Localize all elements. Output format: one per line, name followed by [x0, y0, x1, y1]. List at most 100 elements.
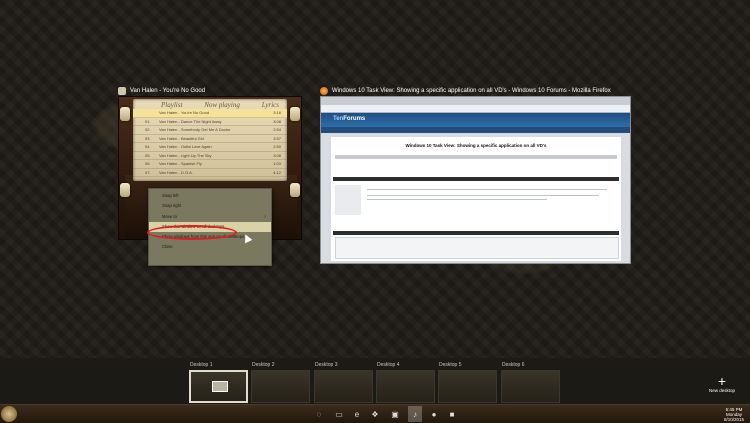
track-title: Van Halen - Spanish Fly: [159, 161, 202, 167]
browser-tab-bar: [321, 97, 630, 105]
track-time: 3:57: [273, 135, 281, 141]
tab-now-playing[interactable]: Now playing: [204, 101, 240, 109]
menu-snap-left[interactable]: Snap left: [149, 191, 271, 201]
firefox-title-text: Windows 10 Task View: Showing a specific…: [332, 88, 611, 94]
track-time: 2:50: [273, 144, 281, 150]
track-row[interactable]: 04. Van Halen - Outta Love Again 2:50: [133, 143, 287, 152]
track-num: 07.: [145, 169, 151, 175]
desktop-5-thumbnail[interactable]: [438, 370, 497, 403]
page-content: Windows 10 Task View: Showing a specific…: [331, 137, 621, 261]
track-title: Van Halen - Light Up The Sky: [159, 152, 212, 158]
highlight-ring: [147, 225, 237, 240]
track-time: 2:54: [273, 127, 281, 133]
chevron-right-icon: ›: [264, 213, 266, 220]
track-time: 3:16: [273, 110, 281, 116]
track-num: 01.: [145, 118, 151, 124]
firefox-window-title[interactable]: Windows 10 Task View: Showing a specific…: [320, 87, 611, 95]
tab-playlist[interactable]: Playlist: [161, 101, 182, 109]
media-player-taskbar-icon[interactable]: ♪: [408, 406, 422, 422]
track-row[interactable]: 06. Van Halen - Spanish Fly 1:03: [133, 160, 287, 169]
system-clock[interactable]: 6:45 PM Monday 8/10/2015: [724, 407, 744, 422]
post-line: [367, 189, 607, 190]
desktop-3-label: Desktop 3: [315, 362, 338, 368]
firefox-window-thumbnail[interactable]: TenForums Windows 10 Task View: Showing …: [320, 96, 631, 264]
desktop-3-thumbnail[interactable]: [314, 370, 373, 403]
menu-close-label: Close: [162, 244, 173, 250]
post-header-bar: [333, 177, 619, 181]
browser-nav-bar: [321, 105, 630, 113]
tab-lyrics[interactable]: Lyrics: [262, 101, 279, 109]
desktop-6-thumbnail[interactable]: [501, 370, 560, 403]
site-header: TenForums: [321, 113, 630, 127]
playlist-panel: Playlist Now playing Lyrics Van Halen - …: [133, 99, 287, 181]
track-title: Van Halen - Beautiful Girl: [159, 135, 204, 141]
site-logo: TenForums: [333, 116, 365, 122]
new-desktop-button[interactable]: + New desktop: [702, 374, 742, 393]
task-view-icon[interactable]: ▭: [333, 408, 345, 420]
post-line: [367, 195, 599, 196]
desktop-5-label: Desktop 5: [439, 362, 462, 368]
page-title: Windows 10 Task View: Showing a specific…: [405, 143, 547, 148]
track-num: 06.: [145, 161, 151, 167]
track-title: Van Halen - D.O.A.: [159, 169, 193, 175]
track-num: 04.: [145, 144, 151, 150]
menu-snap-right[interactable]: Snap right: [149, 201, 271, 211]
taskbar: ◌ ▭ e ❖ ▣ ♪ ● ■ 6:45 PM Monday 8/10/2015: [0, 404, 750, 423]
left-scroll-knob-bottom: [120, 183, 130, 197]
track-time: 3:08: [273, 152, 281, 158]
virtual-desktop-strip: [0, 358, 750, 406]
plus-icon: +: [717, 373, 727, 389]
desktop-4-label: Desktop 4: [377, 362, 400, 368]
track-row[interactable]: 01. Van Halen - Dance The Night Away 3:08: [133, 118, 287, 126]
new-desktop-label: New desktop: [708, 388, 735, 393]
desktop-1-thumbnail[interactable]: [189, 370, 248, 403]
menu-move-to[interactable]: Move to ›: [149, 212, 271, 222]
track-time: 4:12: [273, 169, 281, 175]
track-title: Van Halen - You're No Good: [159, 110, 210, 116]
right-scroll-knob-top: [290, 107, 300, 121]
track-time: 3:08: [273, 118, 281, 124]
desktop-1-window-preview: [212, 381, 228, 392]
track-row[interactable]: 05. Van Halen - Light Up The Sky 3:08: [133, 152, 287, 160]
desktop-1-label: Desktop 1: [190, 362, 213, 368]
search-icon[interactable]: ◌: [313, 408, 325, 420]
track-title: Van Halen - Dance The Night Away: [159, 118, 222, 124]
desktop-2-label: Desktop 2: [252, 362, 275, 368]
post-line: [367, 199, 547, 200]
desktop-6-label: Desktop 6: [502, 362, 525, 368]
track-row[interactable]: 02. Van Halen - Somebody Get Me A Doctor 2…: [133, 126, 287, 135]
left-scroll-knob-top: [120, 107, 130, 121]
post-author-block: [335, 185, 361, 215]
track-num: 02.: [145, 127, 151, 133]
track-row[interactable]: 07. Van Halen - D.O.A. 4:12: [133, 169, 287, 177]
breadcrumb-bar: [335, 155, 617, 159]
logo-part-a: Ten: [333, 116, 344, 122]
reply-editor[interactable]: [335, 237, 619, 259]
site-nav-strip: [321, 127, 630, 133]
firefox-taskbar-icon[interactable]: ●: [428, 408, 440, 420]
desktop-2-thumbnail[interactable]: [251, 370, 310, 403]
logo-part-b: Forums: [343, 116, 366, 122]
edge-icon[interactable]: e: [351, 408, 363, 420]
app-taskbar-icon[interactable]: ■: [446, 408, 458, 420]
player-title-text: Van Halen - You're No Good: [130, 88, 206, 94]
track-num: 05.: [145, 152, 151, 158]
right-scroll-knob-bottom: [290, 183, 300, 197]
firefox-icon: [320, 87, 328, 95]
menu-snap-left-label: Snap left: [162, 193, 179, 198]
player-window-title[interactable]: Van Halen - You're No Good: [118, 87, 205, 95]
track-row[interactable]: Van Halen - You're No Good 3:16: [133, 109, 287, 118]
menu-close[interactable]: Close: [149, 242, 271, 252]
menu-move-to-label: Move to: [162, 213, 177, 219]
start-button[interactable]: [1, 406, 17, 422]
track-num: 03.: [145, 135, 151, 141]
windows-icon[interactable]: ❖: [369, 408, 381, 420]
reply-header-bar: [333, 231, 619, 235]
clock-date: 8/10/2015: [723, 417, 744, 422]
menu-snap-right-label: Snap right: [162, 203, 182, 209]
player-tabs: Playlist Now playing Lyrics: [133, 99, 287, 109]
desktop-4-thumbnail[interactable]: [376, 370, 435, 403]
explorer-icon[interactable]: ▣: [389, 408, 401, 420]
track-row[interactable]: 03. Van Halen - Beautiful Girl 3:57: [133, 135, 287, 143]
media-player-icon: [118, 87, 126, 95]
